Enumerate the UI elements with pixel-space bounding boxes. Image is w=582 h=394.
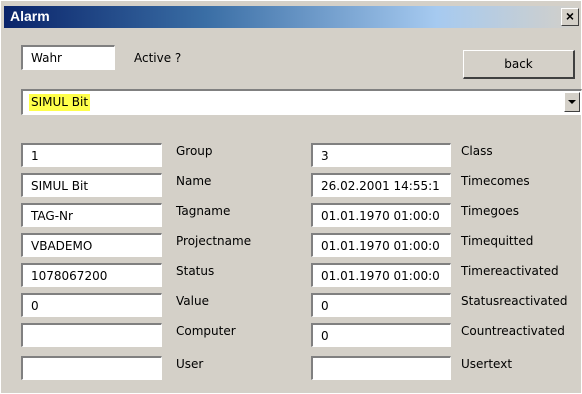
title-bar[interactable]: Alarm × — [4, 6, 581, 28]
alarm-select-value: SIMUL Bit — [29, 94, 91, 111]
status-field[interactable]: 1078067200 — [21, 263, 162, 287]
class-label: Class — [461, 144, 493, 158]
timequitted-field[interactable]: 01.01.1970 01:00:0 — [311, 233, 451, 257]
active-field-value: Wahr — [31, 51, 62, 65]
class-field[interactable]: 3 — [311, 143, 451, 167]
close-button[interactable]: × — [561, 8, 579, 26]
close-icon: × — [565, 8, 575, 24]
timegoes-field[interactable]: 01.01.1970 01:00:0 — [311, 203, 451, 227]
group-value: 1 — [31, 149, 39, 163]
name-value: SIMUL Bit — [31, 179, 89, 193]
value-value: 0 — [31, 299, 39, 313]
countreactivated-field[interactable]: 0 — [311, 323, 451, 347]
timecomes-field[interactable]: 26.02.2001 14:55:1 — [311, 173, 451, 197]
value-field[interactable]: 0 — [21, 293, 162, 317]
countreactivated-value: 0 — [321, 329, 329, 343]
projectname-value: VBADEMO — [31, 239, 93, 253]
group-field[interactable]: 1 — [21, 143, 162, 167]
countreactivated-label: Countreactivated — [461, 324, 565, 338]
statusreactivated-field[interactable]: 0 — [311, 293, 451, 317]
value-label: Value — [176, 294, 209, 308]
status-label: Status — [176, 264, 215, 278]
class-value: 3 — [321, 149, 329, 163]
user-label: User — [176, 357, 204, 371]
timequitted-label: Timequitted — [461, 234, 534, 248]
timereactivated-label: Timereactivated — [461, 264, 559, 278]
timequitted-value: 01.01.1970 01:00:0 — [321, 239, 440, 253]
chevron-down-icon[interactable] — [564, 92, 580, 112]
name-label: Name — [176, 174, 212, 188]
timereactivated-value: 01.01.1970 01:00:0 — [321, 269, 440, 283]
user-field[interactable] — [21, 356, 162, 380]
computer-label: Computer — [176, 324, 236, 338]
usertext-field[interactable] — [311, 356, 451, 380]
timecomes-label: Timecomes — [461, 174, 530, 188]
name-field[interactable]: SIMUL Bit — [21, 173, 162, 197]
timegoes-label: Timegoes — [461, 204, 519, 218]
group-label: Group — [176, 144, 213, 158]
statusreactivated-value: 0 — [321, 299, 329, 313]
timegoes-value: 01.01.1970 01:00:0 — [321, 209, 440, 223]
alarm-select[interactable]: SIMUL Bit — [21, 89, 582, 115]
status-value: 1078067200 — [31, 269, 108, 283]
active-label: Active ? — [134, 51, 182, 65]
alarm-window: Alarm × Wahr Active ? back SIMUL Bit 1 G… — [0, 0, 582, 394]
computer-field[interactable] — [21, 323, 162, 347]
back-button[interactable]: back — [463, 50, 575, 79]
projectname-field[interactable]: VBADEMO — [21, 233, 162, 257]
active-field[interactable]: Wahr — [21, 45, 115, 70]
usertext-label: Usertext — [461, 357, 513, 371]
tagname-value: TAG-Nr — [31, 209, 73, 223]
tagname-field[interactable]: TAG-Nr — [21, 203, 162, 227]
projectname-label: Projectname — [176, 234, 252, 248]
timereactivated-field[interactable]: 01.01.1970 01:00:0 — [311, 263, 451, 287]
statusreactivated-label: Statusreactivated — [461, 294, 568, 308]
tagname-label: Tagname — [176, 204, 231, 218]
timecomes-value: 26.02.2001 14:55:1 — [321, 179, 440, 193]
window-title: Alarm — [10, 8, 50, 24]
